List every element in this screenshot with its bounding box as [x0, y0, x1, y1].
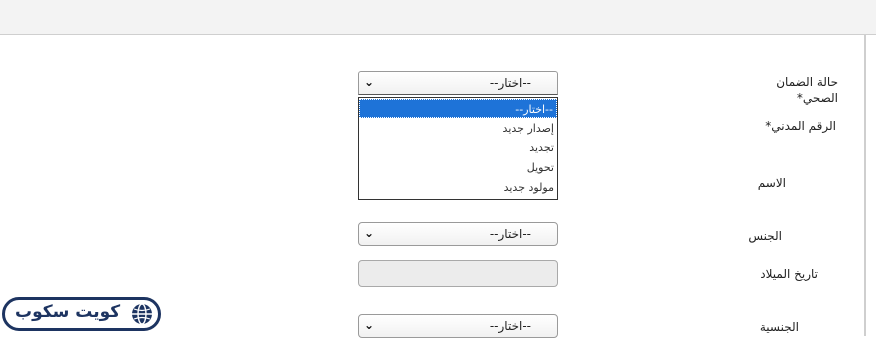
dropdown-option[interactable]: --اختار--	[359, 99, 557, 118]
dropdown-option[interactable]: تحويل	[359, 158, 557, 177]
dob-input[interactable]	[358, 260, 558, 287]
chevron-down-icon: ⌄	[364, 226, 375, 240]
status-label: حالة الضمان الصحي*	[776, 75, 838, 105]
watermark-text: كويت سكوب	[15, 302, 121, 322]
watermark-logo: كويت سكوب	[2, 297, 161, 331]
status-dropdown-list: --اختار-- إصدار جديد تجديد تحويل مولود ج…	[358, 97, 558, 200]
dropdown-option[interactable]: مولود جديد	[359, 178, 557, 197]
gender-select-value: --اختار--	[489, 227, 531, 241]
dropdown-option[interactable]: إصدار جديد	[359, 119, 557, 138]
name-label: الاسم	[757, 176, 786, 190]
gender-label: الجنس	[748, 229, 782, 243]
dropdown-option[interactable]: تجديد	[359, 138, 557, 157]
status-select[interactable]: --اختار-- ⌄	[358, 71, 558, 95]
nationality-select-value: --اختار--	[489, 319, 531, 333]
nationality-label: الجنسية	[759, 320, 799, 334]
gender-select[interactable]: --اختار-- ⌄	[358, 222, 558, 246]
civil-id-label: الرقم المدني*	[765, 119, 836, 133]
globe-icon	[132, 303, 152, 325]
chevron-down-icon: ⌄	[364, 75, 375, 89]
status-select-value: --اختار--	[489, 76, 531, 90]
chevron-down-icon: ⌄	[364, 318, 375, 332]
dob-label: تاريخ الميلاد	[760, 267, 818, 281]
top-bar	[0, 0, 876, 35]
nationality-select[interactable]: --اختار-- ⌄	[358, 314, 558, 338]
